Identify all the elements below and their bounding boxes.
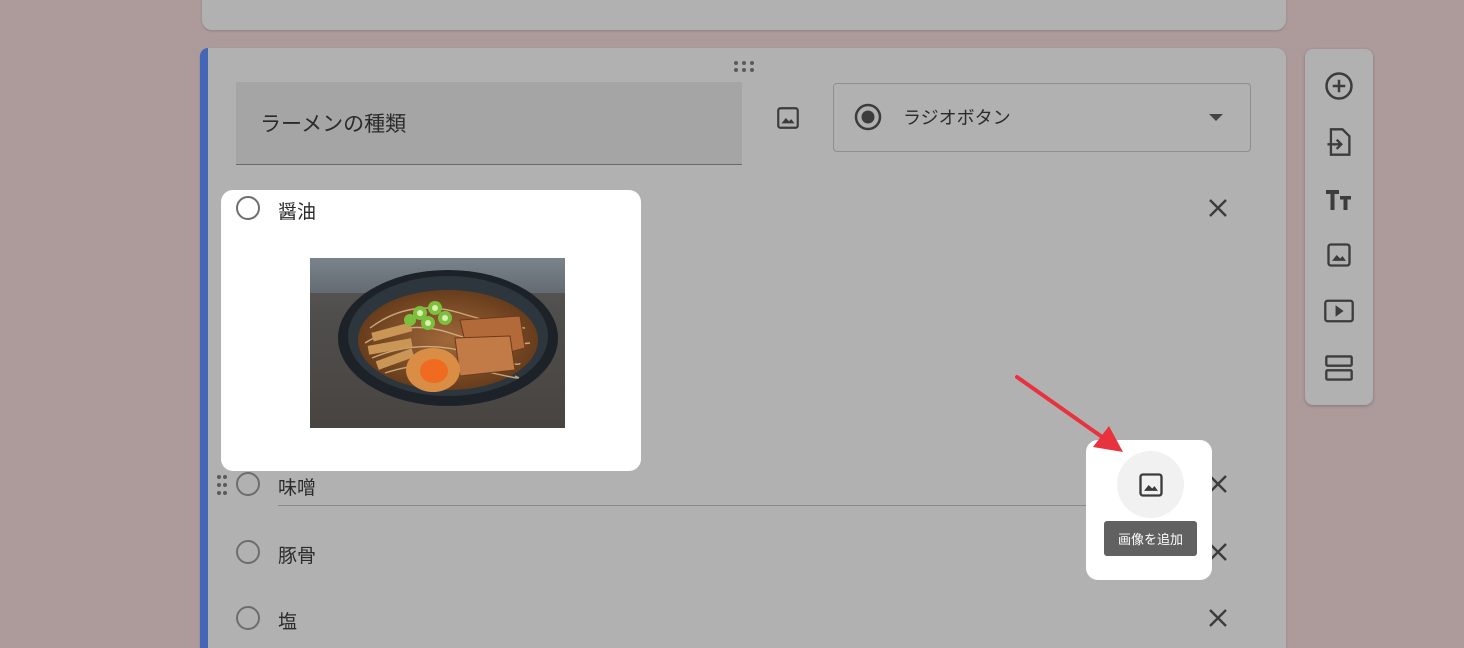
add-title-button[interactable] bbox=[1321, 181, 1357, 217]
option-radio bbox=[236, 196, 260, 220]
drag-handle-icon[interactable] bbox=[732, 60, 756, 73]
image-icon bbox=[1138, 472, 1163, 497]
option-radio bbox=[236, 540, 260, 564]
tooltip: 画像を追加 bbox=[1104, 521, 1197, 556]
add-section-button[interactable] bbox=[1321, 350, 1357, 386]
add-video-button[interactable] bbox=[1321, 293, 1357, 329]
option-label[interactable]: 豚骨 bbox=[278, 541, 316, 568]
add-video-icon bbox=[1324, 299, 1354, 323]
close-icon bbox=[1209, 609, 1227, 627]
add-title-icon bbox=[1326, 190, 1351, 210]
close-icon bbox=[1209, 199, 1227, 217]
option-input-underline bbox=[278, 505, 1118, 506]
add-image-button[interactable] bbox=[1321, 237, 1357, 273]
add-question-button[interactable] bbox=[1321, 68, 1357, 104]
option-label[interactable]: 塩 bbox=[278, 607, 297, 634]
option-drag-handle-icon[interactable] bbox=[216, 474, 228, 496]
previous-question-card bbox=[202, 0, 1286, 30]
option-radio bbox=[236, 606, 260, 630]
annotation-arrow bbox=[1015, 375, 1123, 452]
active-card-indicator bbox=[200, 48, 208, 648]
remove-option-button[interactable] bbox=[1204, 194, 1232, 222]
option-image bbox=[310, 258, 565, 428]
question-type-dropdown[interactable] bbox=[833, 83, 1251, 152]
import-questions-button[interactable] bbox=[1321, 124, 1357, 160]
option-label[interactable]: 醤油 bbox=[278, 197, 316, 224]
dropdown-arrow-icon bbox=[1209, 114, 1223, 121]
radio-button-icon bbox=[854, 103, 882, 131]
option-input[interactable]: 味噌 bbox=[278, 473, 316, 500]
add-section-icon bbox=[1325, 355, 1353, 381]
add-image-to-question-button[interactable] bbox=[770, 100, 806, 136]
add-image-icon bbox=[1327, 243, 1351, 267]
question-type-label: ラジオボタン bbox=[903, 108, 1011, 129]
import-questions-icon bbox=[1327, 128, 1351, 156]
option-radio bbox=[236, 472, 260, 496]
question-title[interactable]: ラーメンの種類 bbox=[260, 108, 406, 138]
remove-option-button[interactable] bbox=[1204, 604, 1232, 632]
add-question-icon bbox=[1325, 72, 1353, 100]
image-icon bbox=[777, 107, 799, 129]
ramen-photo bbox=[310, 258, 565, 428]
